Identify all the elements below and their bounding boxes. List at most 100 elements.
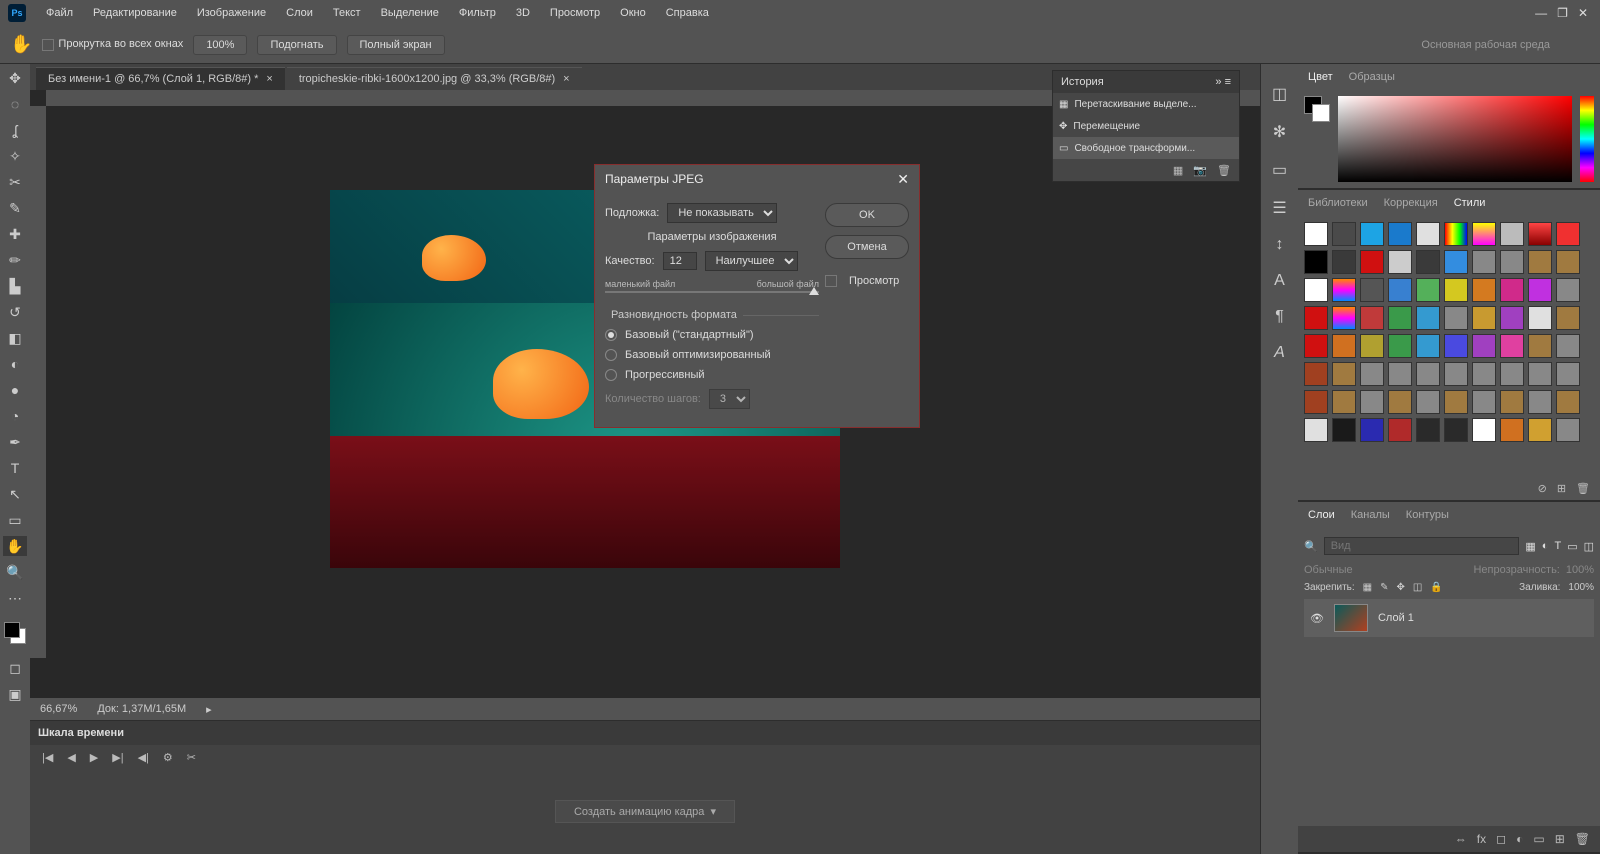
style-swatch[interactable]: [1472, 362, 1496, 386]
style-swatch[interactable]: [1332, 278, 1356, 302]
fill-value[interactable]: 100%: [1568, 582, 1594, 593]
blend-mode-select[interactable]: Обычные: [1304, 564, 1353, 576]
style-swatch[interactable]: [1528, 334, 1552, 358]
style-swatch[interactable]: [1528, 362, 1552, 386]
style-swatch[interactable]: [1360, 362, 1384, 386]
history-art-icon[interactable]: ▦: [1173, 164, 1183, 177]
radio-progressive[interactable]: [605, 369, 617, 381]
status-arrow-icon[interactable]: ▸: [206, 703, 212, 716]
path-tool-icon[interactable]: ↖: [3, 484, 27, 504]
doc-tab-inactive[interactable]: tropicheskie-ribki-1600x1200.jpg @ 33,3%…: [287, 67, 582, 90]
dodge-tool-icon[interactable]: ◔: [3, 406, 27, 426]
tab-channels[interactable]: Каналы: [1351, 509, 1390, 521]
lock-paint-icon[interactable]: ✎: [1380, 582, 1388, 593]
delete-layer-icon[interactable]: 🗑: [1575, 832, 1590, 846]
style-swatch[interactable]: [1332, 334, 1356, 358]
style-swatch[interactable]: [1388, 362, 1412, 386]
style-swatch[interactable]: [1304, 250, 1328, 274]
dock-icon-2[interactable]: ✻: [1273, 122, 1286, 142]
style-swatch[interactable]: [1556, 250, 1580, 274]
menu-view[interactable]: Просмотр: [540, 0, 610, 26]
screenmode-icon[interactable]: ▣: [3, 684, 27, 704]
style-swatch[interactable]: [1528, 250, 1552, 274]
close-tab-icon[interactable]: ×: [266, 73, 272, 85]
menu-text[interactable]: Текст: [323, 0, 371, 26]
visibility-icon[interactable]: 👁: [1310, 612, 1324, 625]
cancel-button[interactable]: Отмена: [825, 235, 909, 259]
style-swatch[interactable]: [1500, 250, 1524, 274]
style-swatch[interactable]: [1500, 334, 1524, 358]
dock-icon-4[interactable]: ☰: [1272, 198, 1286, 218]
filter-adjust-icon[interactable]: ◐: [1542, 540, 1549, 552]
styles-grid[interactable]: [1298, 216, 1600, 476]
close-icon[interactable]: ✕: [897, 171, 909, 188]
style-swatch[interactable]: [1444, 334, 1468, 358]
quickmask-icon[interactable]: ◻: [3, 658, 27, 678]
style-swatch[interactable]: [1444, 306, 1468, 330]
fullscreen-button[interactable]: Полный экран: [347, 35, 445, 55]
tab-paths[interactable]: Контуры: [1406, 509, 1449, 521]
dock-icon-5[interactable]: ↕: [1276, 236, 1284, 254]
style-swatch[interactable]: [1388, 250, 1412, 274]
style-swatch[interactable]: [1360, 278, 1384, 302]
style-swatch[interactable]: [1556, 390, 1580, 414]
history-brush-icon[interactable]: ↺: [3, 302, 27, 322]
style-swatch[interactable]: [1360, 222, 1384, 246]
menu-edit[interactable]: Редактирование: [83, 0, 187, 26]
dialog-titlebar[interactable]: Параметры JPEG ✕: [595, 165, 919, 193]
layer-row[interactable]: 👁 Слой 1: [1304, 599, 1594, 637]
style-swatch[interactable]: [1416, 222, 1440, 246]
radio-baseline[interactable]: [605, 329, 617, 341]
zoom-dropdown[interactable]: 100%: [193, 35, 247, 55]
lock-trans-icon[interactable]: ▦: [1363, 582, 1372, 593]
style-swatch[interactable]: [1388, 306, 1412, 330]
style-swatch[interactable]: [1444, 250, 1468, 274]
fx-icon[interactable]: fx: [1477, 832, 1486, 846]
pen-tool-icon[interactable]: ✒: [3, 432, 27, 452]
stamp-tool-icon[interactable]: ▙: [3, 276, 27, 296]
style-swatch[interactable]: [1444, 418, 1468, 442]
history-item[interactable]: ▭Свободное трансформи...: [1053, 137, 1239, 159]
filter-type-icon[interactable]: 🔍: [1304, 540, 1318, 553]
style-swatch[interactable]: [1472, 222, 1496, 246]
style-swatch[interactable]: [1388, 390, 1412, 414]
style-swatch[interactable]: [1556, 278, 1580, 302]
style-swatch[interactable]: [1444, 362, 1468, 386]
quality-input[interactable]: [663, 252, 697, 270]
timeline-play-icon[interactable]: ▶: [90, 751, 98, 764]
styles-new-icon[interactable]: ⊞: [1557, 482, 1566, 495]
timeline-cut-icon[interactable]: ✂: [187, 751, 196, 764]
style-swatch[interactable]: [1388, 418, 1412, 442]
tab-layers[interactable]: Слои: [1308, 509, 1335, 521]
style-swatch[interactable]: [1416, 390, 1440, 414]
close-window-icon[interactable]: ✕: [1578, 6, 1588, 20]
style-swatch[interactable]: [1472, 390, 1496, 414]
style-swatch[interactable]: [1332, 250, 1356, 274]
style-swatch[interactable]: [1472, 418, 1496, 442]
lock-all-icon[interactable]: 🔒: [1430, 582, 1442, 593]
style-swatch[interactable]: [1500, 362, 1524, 386]
style-swatch[interactable]: [1304, 390, 1328, 414]
style-swatch[interactable]: [1500, 306, 1524, 330]
style-swatch[interactable]: [1360, 250, 1384, 274]
style-swatch[interactable]: [1332, 418, 1356, 442]
close-tab-icon[interactable]: ×: [563, 73, 569, 85]
fit-button[interactable]: Подогнать: [257, 35, 336, 55]
style-swatch[interactable]: [1304, 418, 1328, 442]
eraser-tool-icon[interactable]: ◧: [3, 328, 27, 348]
style-swatch[interactable]: [1556, 306, 1580, 330]
history-item[interactable]: ✥Перемещение: [1053, 115, 1239, 137]
menu-file[interactable]: Файл: [36, 0, 83, 26]
style-swatch[interactable]: [1472, 334, 1496, 358]
style-swatch[interactable]: [1472, 250, 1496, 274]
style-swatch[interactable]: [1388, 222, 1412, 246]
style-swatch[interactable]: [1416, 334, 1440, 358]
type-tool-icon[interactable]: T: [3, 458, 27, 478]
radio-baseline-opt[interactable]: [605, 349, 617, 361]
style-swatch[interactable]: [1360, 418, 1384, 442]
style-swatch[interactable]: [1556, 222, 1580, 246]
timeline-first-icon[interactable]: |◀: [42, 751, 53, 764]
status-doc[interactable]: Док: 1,37M/1,65M: [97, 703, 186, 715]
layer-search-input[interactable]: [1324, 537, 1520, 555]
group-icon[interactable]: ▭: [1533, 832, 1544, 846]
